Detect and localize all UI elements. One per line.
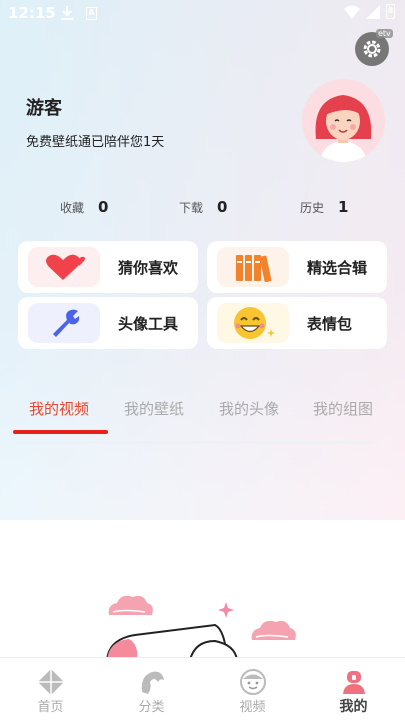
card-guess-you-like[interactable]: 猜你喜欢 <box>18 241 198 293</box>
status-bar: 12:15 A 8 <box>0 0 405 28</box>
stat-value: 0 <box>217 198 228 216</box>
stat-downloads[interactable]: 下载 0 <box>179 198 227 216</box>
stat-history[interactable]: 历史 1 <box>300 198 348 216</box>
tab-my-videos[interactable]: 我的视频 <box>29 398 89 419</box>
active-tab-indicator <box>13 430 108 434</box>
wrench-icon <box>28 303 100 343</box>
nav-mine[interactable]: 我的 <box>303 658 404 721</box>
card-label: 头像工具 <box>118 314 179 333</box>
books-icon <box>217 247 289 287</box>
nav-category[interactable]: 分类 <box>101 658 202 721</box>
stat-value: 1 <box>338 198 349 216</box>
cloud-icon <box>251 620 296 640</box>
stat-favorites[interactable]: 收藏 0 <box>60 198 108 216</box>
home-diamond-icon <box>38 669 64 695</box>
smiley-icon <box>217 303 289 343</box>
nav-label: 我的 <box>339 699 368 715</box>
stat-label: 收藏 <box>60 201 85 215</box>
video-face-icon <box>240 669 266 695</box>
nav-video[interactable]: 视频 <box>202 658 303 721</box>
wifi-icon <box>344 5 360 19</box>
stat-label: 下载 <box>179 201 204 215</box>
companion-days-text: 免费壁纸通已陪伴您1天 <box>26 135 165 150</box>
bottom-nav: 首页 分类 视频 我的 <box>0 657 405 721</box>
tab-my-avatars[interactable]: 我的头像 <box>219 398 279 419</box>
stat-value: 0 <box>98 198 109 216</box>
card-label: 表情包 <box>307 314 353 333</box>
download-icon <box>60 5 74 25</box>
nav-label: 首页 <box>37 700 64 715</box>
settings-tag: etv <box>376 29 393 38</box>
card-label: 猜你喜欢 <box>118 258 179 277</box>
avatar[interactable] <box>302 79 385 162</box>
heart-icon <box>28 247 100 287</box>
cloud-icon <box>108 595 153 615</box>
card-avatar-tools[interactable]: 头像工具 <box>18 297 198 349</box>
notification-a-icon: A <box>86 7 97 20</box>
star-icon <box>218 602 234 618</box>
nav-home[interactable]: 首页 <box>0 658 101 721</box>
gear-icon <box>363 40 381 58</box>
nav-label: 分类 <box>138 700 165 715</box>
category-icon <box>141 671 164 694</box>
tab-my-wallpapers[interactable]: 我的壁纸 <box>124 398 184 419</box>
stat-label: 历史 <box>300 201 325 215</box>
card-label: 精选合辑 <box>307 258 368 277</box>
card-stickers[interactable]: 表情包 <box>207 297 387 349</box>
profile-icon <box>343 671 365 694</box>
signal-icon <box>366 4 380 19</box>
username[interactable]: 游客 <box>26 94 62 120</box>
battery-icon: 8 <box>386 4 395 19</box>
status-icons: 8 <box>344 4 395 19</box>
tab-divider <box>16 442 372 443</box>
status-time: 12:15 <box>8 4 56 22</box>
nav-label: 视频 <box>239 700 266 715</box>
card-featured-collections[interactable]: 精选合辑 <box>207 241 387 293</box>
tab-my-albums[interactable]: 我的组图 <box>313 398 373 419</box>
empty-state-illustration <box>95 585 315 661</box>
